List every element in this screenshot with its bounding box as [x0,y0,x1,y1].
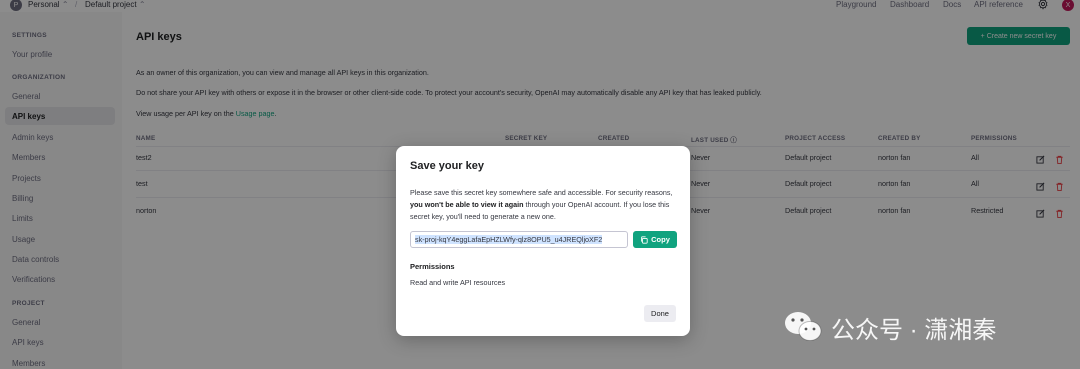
dialog-description-emphasis: you won't be able to view it again [410,200,524,209]
dialog-description: Please save this secret key somewhere sa… [410,187,680,223]
dialog-title: Save your key [410,160,484,172]
permissions-value: Read and write API resources [410,278,506,287]
permissions-label: Permissions [410,262,455,271]
wechat-watermark: 公众号 · 潇湘秦 [783,309,996,345]
wechat-logo-icon [785,312,822,341]
save-key-dialog: Save your key Please save this secret ke… [396,146,690,336]
secret-key-value: sk-proj-kqY4eggLafaEpHZLWfy-qlz8OPU5_u4J… [415,235,603,244]
watermark-text: 公众号 · 潇湘秦 [831,316,997,344]
copy-button[interactable]: Copy [633,231,677,248]
done-button[interactable]: Done [644,305,676,322]
dialog-description-part: Please save this secret key somewhere sa… [410,188,673,197]
copy-icon [641,235,648,244]
secret-key-field[interactable]: sk-proj-kqY4eggLafaEpHZLWfy-qlz8OPU5_u4J… [410,231,628,248]
copy-button-label: Copy [651,235,670,244]
